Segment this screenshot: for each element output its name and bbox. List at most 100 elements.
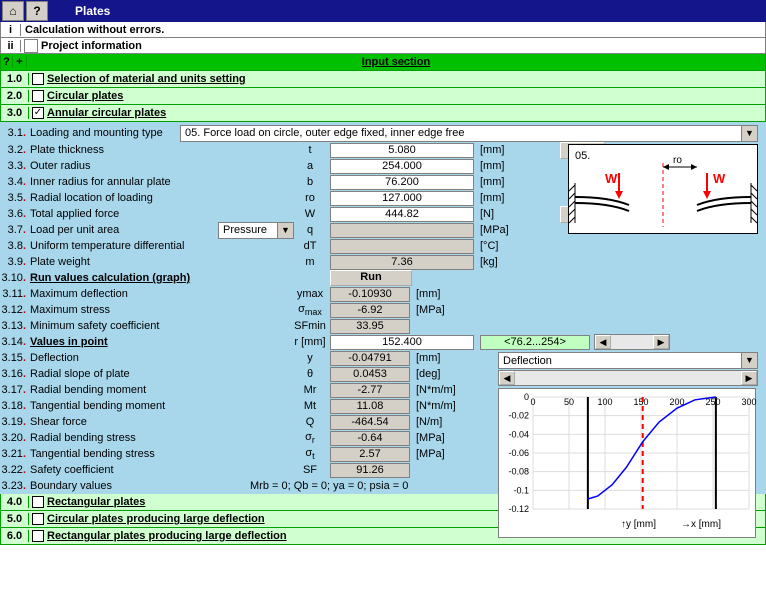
row-label: Tangential bending moment [30,400,290,412]
app-icon[interactable]: ⌂ [2,1,24,21]
section-3-checkbox[interactable]: ✓ [32,107,44,119]
scroll-left-icon[interactable]: ◀ [595,335,611,349]
result-value: 33.95 [330,319,410,334]
row-unit: [mm] [480,144,530,156]
row-unit: [MPa] [480,224,530,236]
svg-text:150: 150 [633,397,648,407]
row-label: Shear force [30,416,290,428]
row-symbol: ymax [290,288,330,300]
row-symbol: r [mm] [290,336,330,348]
section-2-num: 2.0 [1,90,29,102]
row-symbol: ro [290,192,330,204]
dropdown-value: 05. Force load on circle, outer edge fix… [181,127,741,139]
loading-type-dropdown[interactable]: 05. Force load on circle, outer edge fix… [180,125,758,142]
section-expand-icon[interactable]: + [13,56,27,68]
row-unit: [MPa] [416,448,466,460]
row-unit: [N] [480,208,530,220]
scroll-track[interactable] [515,371,741,385]
param-input[interactable] [330,159,474,174]
info-index-ii: ii [1,40,21,52]
row-label: Run values calculation (graph) [30,272,290,284]
section-1-header[interactable]: 1.0 Selection of material and units sett… [0,71,766,88]
row-symbol: q [290,224,330,236]
param-input[interactable] [330,191,474,206]
row-symbol: SFmin [290,320,330,332]
section-6-checkbox[interactable] [32,530,44,542]
info-text-ii: Project information [41,40,142,52]
svg-text:50: 50 [564,397,574,407]
row-num: 3.18. [0,400,30,412]
row-num: 3.10. [0,272,30,284]
help-icon[interactable]: ? [26,1,48,21]
row-label: Loading and mounting type [30,127,180,139]
section-1-checkbox[interactable] [32,73,44,85]
result-row: 3.12. Maximum stress σmax -6.92 [MPa] [0,302,766,318]
section-5-checkbox[interactable] [32,513,44,525]
param-input[interactable] [330,207,474,222]
row-num: 3.16. [0,368,30,380]
section-help-icon[interactable]: ? [1,56,13,68]
result-value: 0.0453 [330,367,410,382]
result-row: 3.13. Minimum safety coefficient SFmin 3… [0,318,766,334]
chevron-down-icon[interactable]: ▼ [741,126,757,141]
row-symbol: SF [290,464,330,476]
section-3-header[interactable]: 3.0 ✓ Annular circular plates [0,105,766,122]
chevron-down-icon[interactable]: ▼ [741,353,757,368]
row-num: 3.17. [0,384,30,396]
section-3-body: 3.1. Loading and mounting type 05. Force… [0,122,766,494]
row-unit: [mm] [416,352,466,364]
chart-type-dropdown[interactable]: Deflection ▼ [498,352,758,369]
section-6-label: Rectangular plates producing large defle… [47,530,287,542]
row-symbol: Mt [290,400,330,412]
scroll-right-icon[interactable]: ▶ [741,371,757,385]
chevron-down-icon[interactable]: ▼ [277,223,293,238]
param-input[interactable] [330,175,474,190]
row-symbol: Q [290,416,330,428]
row-symbol: Mr [290,384,330,396]
diagram-label: 05. [575,150,590,162]
result-value: -0.04791 [330,351,410,366]
point-scrollbar[interactable]: ◀ ▶ [594,334,670,350]
param-row: 3.8. Uniform temperature differential dT… [0,238,766,254]
row-label: Plate thickness [30,144,290,156]
diagram-ro-label: ro [673,155,682,166]
row-loading-type: 3.1. Loading and mounting type 05. Force… [0,122,766,142]
section-4-checkbox[interactable] [32,496,44,508]
row-label: Radial bending stress [30,432,290,444]
row-num: 3.19. [0,416,30,428]
row-symbol: dT [290,240,330,252]
row-label: Plate weight [30,256,290,268]
scroll-left-icon[interactable]: ◀ [499,371,515,385]
info-checkbox-ii[interactable] [24,39,38,53]
section-1-label: Selection of material and units setting [47,73,246,85]
result-value: -464.54 [330,415,410,430]
row-num: 3.15. [0,352,30,364]
row-symbol: W [290,208,330,220]
point-input[interactable] [330,335,474,350]
param-row: 3.9. Plate weight m [kg] [0,254,766,270]
run-button[interactable]: Run [330,270,412,286]
row-unit: [kg] [480,256,530,268]
result-value: 91.26 [330,463,410,478]
row-symbol: σmax [290,303,330,317]
dropdown-value: Deflection [499,355,741,367]
section-2-header[interactable]: 2.0 Circular plates [0,88,766,105]
row-unit: [N*m/m] [416,384,466,396]
load-type-dropdown[interactable]: Pressure▼ [218,222,294,239]
row-symbol: σt [290,447,330,461]
row-unit: [MPa] [416,304,466,316]
row-symbol: b [290,176,330,188]
row-label: Values in point [30,336,290,348]
section-5-label: Circular plates producing large deflecti… [47,513,265,525]
svg-text:0: 0 [524,392,529,402]
row-num: 3.1. [0,127,30,139]
result-value: 2.57 [330,447,410,462]
scroll-track[interactable] [611,335,653,349]
section-input-header: ? + Input section [0,54,766,71]
row-unit: [N*m/m] [416,400,466,412]
section-2-checkbox[interactable] [32,90,44,102]
param-input[interactable] [330,143,474,158]
row-label: Total applied force [30,208,290,220]
chart-scrollbar[interactable]: ◀ ▶ [498,370,758,386]
scroll-right-icon[interactable]: ▶ [653,335,669,349]
